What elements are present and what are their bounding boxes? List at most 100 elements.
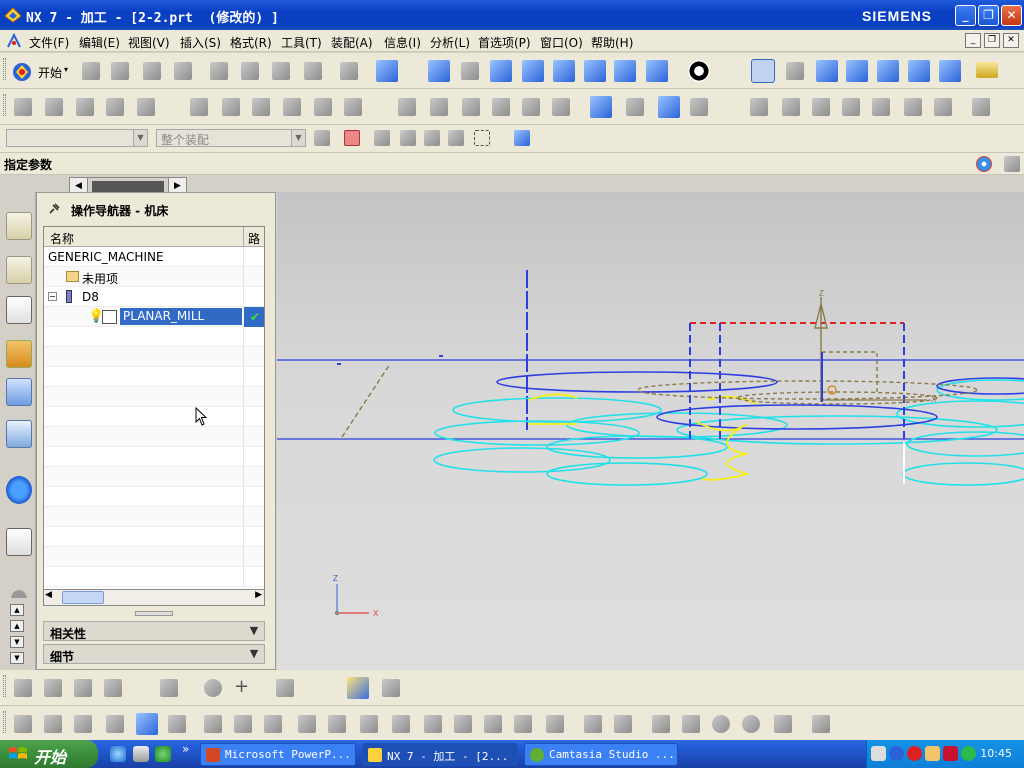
menu-help[interactable]: 帮助(H) — [591, 34, 633, 51]
save-icon[interactable] — [143, 62, 161, 80]
pocket-icon[interactable] — [328, 715, 346, 733]
chamfer-edge-icon[interactable] — [454, 715, 472, 733]
split-body-icon[interactable] — [514, 715, 532, 733]
view-geometry-icon[interactable] — [74, 679, 92, 697]
create-operation-icon[interactable] — [137, 98, 155, 116]
groove-icon[interactable] — [392, 715, 410, 733]
antivirus-icon[interactable] — [907, 746, 922, 761]
property-icon[interactable] — [492, 98, 510, 116]
start-dropdown-icon[interactable]: ▾ — [64, 65, 68, 74]
scrollbar-thumb[interactable] — [62, 591, 104, 604]
minimize-button[interactable]: _ — [955, 5, 976, 26]
filter-reset-icon[interactable] — [314, 130, 330, 146]
offset-face-icon[interactable] — [546, 715, 564, 733]
rectangle-select-icon[interactable] — [474, 130, 490, 146]
media-player-icon[interactable] — [155, 746, 171, 762]
perspective-icon[interactable] — [614, 60, 636, 82]
create-tool-icon[interactable] — [45, 98, 63, 116]
engage-icon[interactable] — [430, 98, 448, 116]
chevron-right-icon[interactable]: ▶ — [255, 590, 262, 600]
chevron-down-icon[interactable]: ▼ — [133, 130, 147, 146]
chamfer-icon[interactable] — [904, 98, 922, 116]
menu-view[interactable]: 视图(V) — [128, 34, 170, 51]
subtract-icon[interactable] — [204, 715, 222, 733]
chevron-left-icon[interactable]: ◀ — [45, 590, 52, 600]
reuse-library-icon[interactable] — [6, 378, 32, 406]
web-browser-icon[interactable] — [6, 528, 32, 556]
operation-navigator-icon[interactable] — [6, 296, 32, 324]
delete-icon[interactable] — [304, 62, 322, 80]
save-part-icon[interactable] — [136, 713, 158, 735]
quicklaunch-more[interactable]: » — [182, 742, 189, 756]
safely-remove-icon[interactable] — [961, 746, 976, 761]
chevron-down-icon[interactable]: ▼ — [291, 130, 305, 146]
type-filter-combo[interactable]: ▼ — [6, 129, 148, 147]
scroll-down-button[interactable]: ▼ — [10, 636, 24, 648]
cut-icon[interactable] — [210, 62, 228, 80]
wave-icon[interactable] — [812, 715, 830, 733]
tree-row-unused-items[interactable]: 未用项 — [44, 267, 264, 287]
snap-end-icon[interactable] — [374, 130, 390, 146]
machine-tool-navigator-icon[interactable] — [6, 340, 32, 368]
open-folder-icon[interactable] — [111, 62, 129, 80]
create-geometry-icon[interactable] — [76, 98, 94, 116]
task-powerpoint[interactable]: Microsoft PowerP... — [200, 743, 356, 766]
view-program-order-icon[interactable] — [14, 679, 32, 697]
feature-icon[interactable] — [750, 98, 768, 116]
search-icon[interactable] — [872, 98, 890, 116]
zoom-icon[interactable] — [522, 60, 544, 82]
zoom-window-icon[interactable] — [461, 62, 479, 80]
menu-information[interactable]: 信息(I) — [384, 34, 421, 51]
sketch-icon[interactable] — [782, 98, 800, 116]
menu-preferences[interactable]: 首选项(P) — [478, 34, 531, 51]
patch-icon[interactable] — [682, 715, 700, 733]
mdi-minimize-button[interactable]: _ — [965, 33, 981, 48]
wcs-origin-icon[interactable] — [786, 62, 804, 80]
assembly-navigator-icon[interactable] — [6, 212, 32, 240]
wcs-dynamics-icon[interactable] — [751, 59, 775, 83]
menu-assemblies[interactable]: 装配(A) — [331, 34, 373, 51]
restore-button[interactable]: ❐ — [978, 5, 999, 26]
toolbar-grip[interactable] — [3, 711, 6, 733]
cylinder-icon[interactable] — [106, 715, 124, 733]
info-icon[interactable] — [6, 476, 32, 504]
toolbar-grip[interactable] — [3, 94, 6, 116]
menu-window[interactable]: 窗口(O) — [540, 34, 583, 51]
curve-icon[interactable] — [276, 679, 294, 697]
history-icon[interactable] — [6, 584, 32, 598]
display-object-icon[interactable] — [522, 98, 540, 116]
scroll-up-button[interactable]: ▲ — [10, 620, 24, 632]
scroller-thumb[interactable] — [92, 181, 164, 192]
link-icon[interactable] — [204, 679, 222, 697]
chain-icon[interactable] — [712, 715, 730, 733]
messenger-icon[interactable] — [925, 746, 940, 761]
rename-object-icon[interactable] — [344, 98, 362, 116]
revolve-icon[interactable] — [44, 715, 62, 733]
fullscreen-icon[interactable] — [1004, 156, 1020, 172]
graphics-window[interactable]: Z X Z X — [277, 192, 1024, 670]
library-icon[interactable] — [626, 98, 644, 116]
tree-row-planar-mill[interactable]: 💡 PLANAR_MILL ✔ — [44, 307, 264, 327]
title-bar[interactable]: NX 7 - 加工 - [2-2.prt (修改的) ] SIEMENS _ ❐… — [0, 0, 1024, 30]
show-desktop-icon[interactable] — [133, 746, 149, 762]
object-info-icon[interactable] — [552, 98, 570, 116]
dependencies-panel[interactable]: 相关性 ▼ — [43, 621, 265, 641]
edge-blend-icon[interactable] — [424, 715, 442, 733]
box-icon[interactable] — [972, 98, 990, 116]
recorder-icon[interactable] — [943, 746, 958, 761]
collapse-toggle-icon[interactable]: − — [48, 292, 57, 301]
column-header-path[interactable]: 路 — [248, 230, 260, 247]
plus-icon[interactable]: + — [234, 676, 249, 697]
display-mode-icon[interactable] — [688, 60, 710, 82]
nc-assistant-icon[interactable] — [590, 96, 612, 118]
print-icon[interactable] — [174, 62, 192, 80]
network-icon[interactable] — [889, 746, 904, 761]
create-method-icon[interactable] — [106, 98, 124, 116]
snap-point-icon[interactable] — [344, 130, 360, 146]
menu-tools[interactable]: 工具(T) — [281, 34, 322, 51]
tool-library-icon[interactable] — [6, 420, 32, 448]
menu-analysis[interactable]: 分析(L) — [430, 34, 470, 51]
unite-icon[interactable] — [168, 715, 186, 733]
point-icon[interactable] — [842, 98, 860, 116]
copy-object-icon[interactable] — [252, 98, 270, 116]
